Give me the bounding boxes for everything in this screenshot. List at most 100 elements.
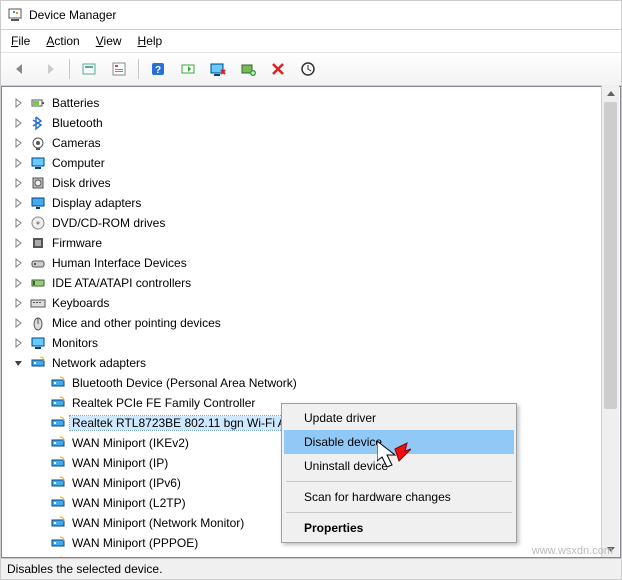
expand-collapse-icon[interactable]	[12, 176, 26, 190]
tree-category[interactable]: Computer	[6, 153, 616, 173]
expand-collapse-icon[interactable]	[12, 296, 26, 310]
toolbar-forward-button[interactable]	[36, 56, 64, 82]
menu-view[interactable]: View	[88, 32, 130, 50]
expand-collapse-icon[interactable]	[12, 256, 26, 270]
tree-label: WAN Miniport (PPPOE)	[70, 536, 200, 550]
tree-label: WAN Miniport (IP)	[70, 456, 170, 470]
tree-category[interactable]: IDE ATA/ATAPI controllers	[6, 273, 616, 293]
tree-category[interactable]: Keyboards	[6, 293, 616, 313]
tree-label: WAN Miniport (IPv6)	[70, 476, 183, 490]
tree-label: Computer	[50, 156, 107, 170]
expand-collapse-icon[interactable]	[12, 336, 26, 350]
expand-collapse-icon[interactable]	[12, 156, 26, 170]
network-adapter-icon	[50, 435, 66, 451]
ctx-separator	[286, 512, 512, 513]
tree-category[interactable]: Disk drives	[6, 173, 616, 193]
tree-label: DVD/CD-ROM drives	[50, 216, 167, 230]
toolbar-update-driver-button[interactable]	[174, 56, 202, 82]
device-manager-window: Device Manager File Action View Help ? B…	[0, 0, 622, 580]
menu-file[interactable]: File	[3, 32, 38, 50]
tree-category[interactable]: Cameras	[6, 133, 616, 153]
expand-collapse-icon[interactable]	[12, 356, 26, 370]
toolbar-scan-button[interactable]	[294, 56, 322, 82]
battery-icon	[30, 95, 46, 111]
tree-label: WAN Miniport (L2TP)	[70, 496, 188, 510]
network-adapter-icon	[50, 455, 66, 471]
tree-label: Batteries	[50, 96, 101, 110]
toolbar-separator	[138, 59, 139, 79]
toolbar-separator	[69, 59, 70, 79]
svg-text:?: ?	[155, 65, 161, 76]
ctx-properties[interactable]: Properties	[284, 516, 514, 540]
expand-collapse-icon[interactable]	[12, 136, 26, 150]
menu-action[interactable]: Action	[38, 32, 87, 50]
scroll-track[interactable]	[602, 102, 619, 540]
app-icon	[7, 7, 23, 23]
toolbar-disable-button[interactable]	[204, 56, 232, 82]
window-title: Device Manager	[29, 8, 116, 22]
network-adapter-icon	[50, 535, 66, 551]
mouse-icon	[30, 315, 46, 331]
ctx-update-driver[interactable]: Update driver	[284, 406, 514, 430]
tree-category[interactable]: Human Interface Devices	[6, 253, 616, 273]
bluetooth-icon	[30, 115, 46, 131]
expand-collapse-icon[interactable]	[12, 276, 26, 290]
tree-category[interactable]: Bluetooth	[6, 113, 616, 133]
tree-label: WAN Miniport (IKEv2)	[70, 436, 191, 450]
tree-label: Mice and other pointing devices	[50, 316, 223, 330]
toolbar-show-hidden-button[interactable]	[75, 56, 103, 82]
tree-device-item[interactable]: Bluetooth Device (Personal Area Network)	[6, 373, 616, 393]
menubar: File Action View Help	[1, 30, 621, 53]
toolbar-help-button[interactable]: ?	[144, 56, 172, 82]
toolbar-uninstall-button[interactable]	[264, 56, 292, 82]
scroll-thumb[interactable]	[604, 102, 617, 409]
network-adapter-icon	[50, 475, 66, 491]
network-adapter-icon	[50, 415, 66, 431]
tree-label: Bluetooth	[50, 116, 105, 130]
disk-icon	[30, 175, 46, 191]
toolbar: ?	[1, 53, 621, 86]
tree-category-network-adapters[interactable]: Network adapters	[6, 353, 616, 373]
tree-category[interactable]: Display adapters	[6, 193, 616, 213]
tree-label: Firmware	[50, 236, 104, 250]
cursor-pointer-icon	[377, 441, 411, 481]
expand-collapse-icon[interactable]	[12, 96, 26, 110]
tree-label: Human Interface Devices	[50, 256, 189, 270]
network-adapter-icon	[50, 395, 66, 411]
network-adapter-icon	[50, 495, 66, 511]
hid-icon	[30, 255, 46, 271]
camera-icon	[30, 135, 46, 151]
expand-collapse-icon[interactable]	[12, 116, 26, 130]
tree-category[interactable]: Mice and other pointing devices	[6, 313, 616, 333]
tree-label: Network adapters	[50, 356, 148, 370]
toolbar-properties-button[interactable]	[105, 56, 133, 82]
toolbar-add-hardware-button[interactable]	[234, 56, 262, 82]
tree-category[interactable]: Monitors	[6, 333, 616, 353]
tree-category[interactable]: Firmware	[6, 233, 616, 253]
status-text: Disables the selected device.	[7, 562, 162, 576]
expand-collapse-icon[interactable]	[12, 196, 26, 210]
cd-icon	[30, 215, 46, 231]
menu-help[interactable]: Help	[130, 32, 171, 50]
firmware-icon	[30, 235, 46, 251]
tree-label: Bluetooth Device (Personal Area Network)	[70, 376, 299, 390]
tree-label: WAN Miniport (Network Monitor)	[70, 516, 246, 530]
tree-category[interactable]: DVD/CD-ROM drives	[6, 213, 616, 233]
ide-icon	[30, 275, 46, 291]
ctx-scan-hardware[interactable]: Scan for hardware changes	[284, 485, 514, 509]
tree-category[interactable]: Batteries	[6, 93, 616, 113]
computer-icon	[30, 155, 46, 171]
vertical-scrollbar[interactable]	[601, 85, 619, 557]
scroll-up-button[interactable]	[602, 85, 619, 102]
tree-label: Realtek PCIe FE Family Controller	[70, 396, 257, 410]
expand-collapse-icon[interactable]	[12, 236, 26, 250]
monitor-icon	[30, 335, 46, 351]
statusbar: Disables the selected device.	[1, 558, 621, 579]
tree-label: Keyboards	[50, 296, 111, 310]
expand-collapse-icon[interactable]	[12, 316, 26, 330]
network-adapter-icon	[30, 355, 46, 371]
toolbar-back-button[interactable]	[6, 56, 34, 82]
expand-collapse-icon[interactable]	[12, 216, 26, 230]
display-icon	[30, 195, 46, 211]
network-adapter-icon	[50, 375, 66, 391]
